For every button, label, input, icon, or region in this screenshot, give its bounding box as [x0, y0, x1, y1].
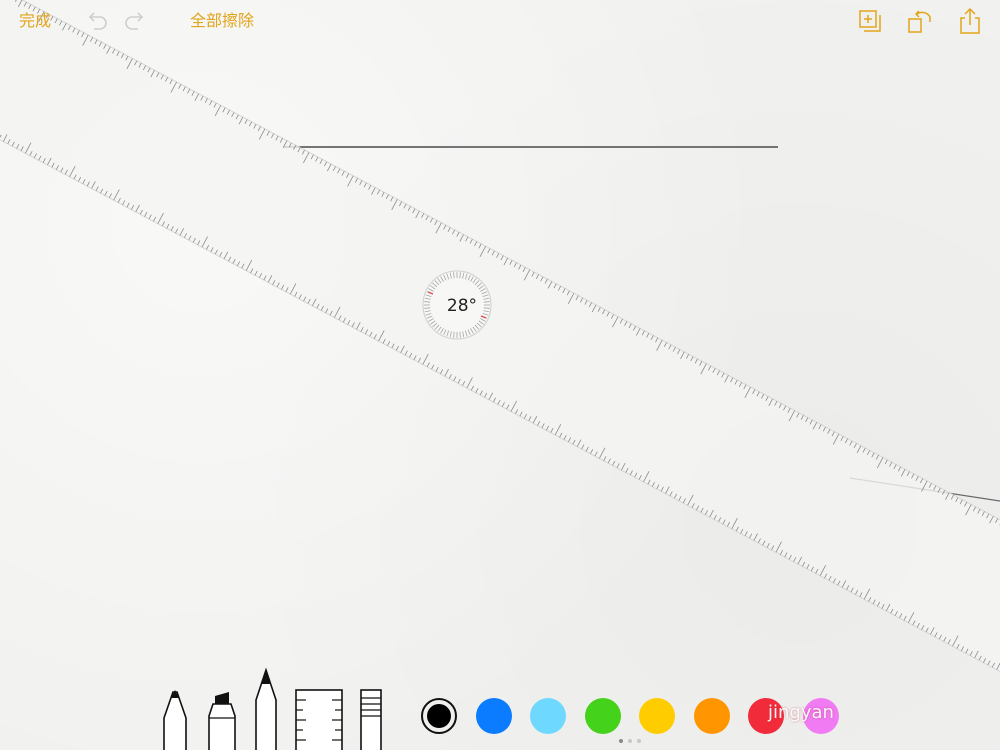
- color-swatch-pink[interactable]: [802, 698, 839, 734]
- add-page-icon[interactable]: [855, 6, 885, 36]
- marker-tool[interactable]: [206, 690, 238, 750]
- color-swatch-black[interactable]: [421, 698, 457, 734]
- color-swatch-orange[interactable]: [693, 698, 730, 734]
- ruler-tool[interactable]: [294, 688, 344, 750]
- clear-all-button[interactable]: 全部擦除: [190, 10, 254, 32]
- eraser-tool[interactable]: [358, 688, 384, 750]
- redo-icon[interactable]: [120, 6, 150, 36]
- color-swatch-yellow[interactable]: [639, 698, 675, 734]
- color-swatch-blue[interactable]: [475, 698, 512, 734]
- undo-icon[interactable]: [82, 6, 112, 36]
- color-swatch-green[interactable]: [584, 698, 621, 734]
- share-icon[interactable]: [955, 6, 985, 36]
- drawing-canvas[interactable]: [0, 0, 1000, 750]
- page-dot: [628, 739, 632, 743]
- rotate-icon[interactable]: [905, 6, 935, 36]
- color-swatch-red[interactable]: [748, 698, 784, 734]
- pencil-tool[interactable]: [252, 666, 280, 750]
- angle-readout: 28°: [446, 296, 478, 316]
- pen-tool[interactable]: [160, 688, 190, 750]
- page-dot: [619, 739, 623, 743]
- done-button[interactable]: 完成: [19, 10, 51, 32]
- page-indicator: [619, 739, 641, 743]
- color-swatch-light-blue[interactable]: [530, 698, 566, 734]
- ruler: [0, 0, 1000, 718]
- page-dot: [637, 739, 641, 743]
